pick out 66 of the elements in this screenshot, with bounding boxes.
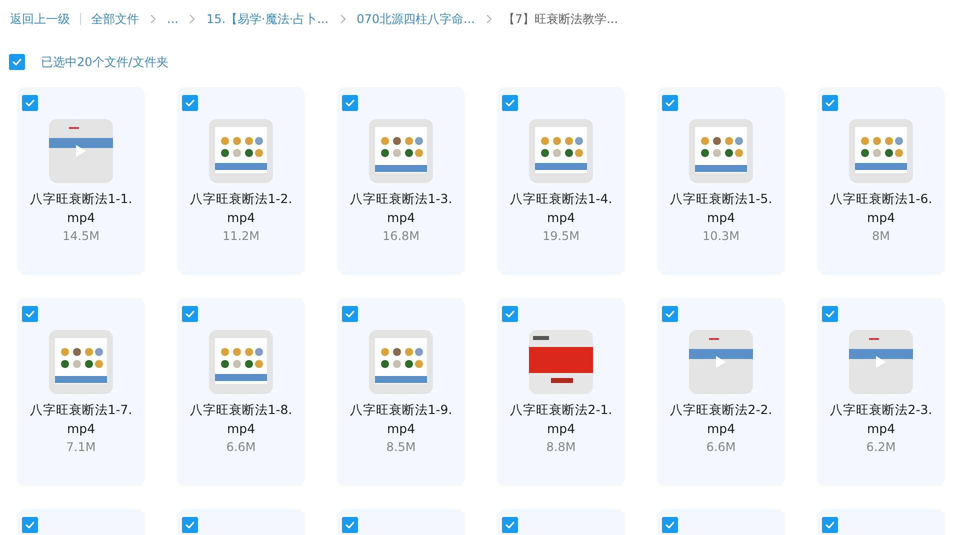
breadcrumb-link[interactable]: 全部文件 [91,10,139,28]
file-name: 八字旺衰断法1-8.mp4 [188,401,294,438]
checkbox[interactable] [662,95,678,111]
file-name: 八字旺衰断法2-1.mp4 [508,401,614,438]
checkbox[interactable] [22,95,38,111]
file-size: 8.8M [546,439,576,456]
file-name: 八字旺衰断法1-5.mp4 [668,190,774,227]
file-name: 八字旺衰断法1-6.mp4 [828,190,934,227]
breadcrumb-link[interactable]: 070北源四柱八字命... [356,10,475,28]
checkbox[interactable] [822,95,838,111]
checkbox[interactable] [22,306,38,322]
file-size: 6.6M [226,439,256,456]
checkbox[interactable] [22,517,38,533]
file-size: 8.5M [386,439,416,456]
checkbox[interactable] [342,517,358,533]
breadcrumb-link[interactable]: ... [167,12,178,26]
file-name: 八字旺衰断法1-3.mp4 [348,190,454,227]
file-name: 八字旺衰断法1-9.mp4 [348,401,454,438]
checkbox[interactable] [9,54,25,70]
checkbox[interactable] [822,517,838,533]
file-card[interactable]: 八字旺衰断法1-8.mp4 6.6M [177,298,305,486]
file-size: 14.5M [62,228,100,245]
checkbox[interactable] [182,95,198,111]
chevron-icon [338,14,347,24]
file-name: 八字旺衰断法1-7.mp4 [28,401,134,438]
selection-count: 已选中20个文件/文件夹 [41,54,168,70]
file-size: 11.2M [222,228,260,245]
checkbox[interactable] [182,517,198,533]
file-card[interactable]: 八字旺衰断法2-2.mp4 6.6M [657,298,785,486]
chevron-icon [188,14,196,24]
file-card[interactable]: 八字旺衰断法1-2.mp4 11.2M [177,87,305,275]
file-card[interactable]: 八字旺衰断法1-6.mp4 8M [817,87,945,275]
file-card[interactable]: 八字旺衰断法1-5.mp4 10.3M [657,87,785,275]
file-card[interactable]: 八字旺衰断法1-3.mp4 16.8M [337,87,465,275]
breadcrumb-link[interactable]: 15.【易学·魔法·占卜... [206,10,329,28]
file-card[interactable]: 八字旺衰断法1-9.mp4 8.5M [337,298,465,486]
checkbox[interactable] [822,306,838,322]
file-card[interactable]: 八字旺衰断法2-3.mp4 6.2M [817,298,945,486]
file-card[interactable]: 八字旺衰断法2-1.mp4 8.8M [497,298,625,486]
file-card[interactable]: 八字旺衰断法1-1.mp4 14.5M [17,87,145,275]
file-name: 八字旺衰断法1-4.mp4 [508,190,614,227]
file-size: 6.6M [706,439,736,456]
checkbox[interactable] [662,306,678,322]
checkbox[interactable] [502,306,518,322]
checkbox[interactable] [502,517,518,533]
checkbox[interactable] [502,95,518,111]
file-size: 7.1M [66,439,96,456]
file-size: 16.8M [382,228,420,245]
back-link[interactable]: 返回上一级 [10,10,70,28]
checkbox[interactable] [182,306,198,322]
chevron-icon [149,14,157,24]
file-card[interactable]: 八字旺衰断法1-4.mp4 19.5M [497,87,625,275]
file-card[interactable]: 八字旺衰断法1-7.mp4 7.1M [17,298,145,486]
checkbox[interactable] [342,306,358,322]
file-name: 八字旺衰断法2-3.mp4 [828,401,934,438]
file-size: 10.3M [702,228,740,245]
file-size: 19.5M [542,228,580,245]
file-name: 八字旺衰断法1-1.mp4 [28,190,134,227]
file-name: 八字旺衰断法1-2.mp4 [188,190,294,227]
checkbox[interactable] [662,517,678,533]
file-size: 8M [872,228,890,245]
checkbox[interactable] [342,95,358,111]
chevron-icon [484,14,493,24]
file-size: 6.2M [866,439,896,456]
file-name: 八字旺衰断法2-2.mp4 [668,401,774,438]
current-folder: 【7】旺衰断法教学... [502,10,618,28]
